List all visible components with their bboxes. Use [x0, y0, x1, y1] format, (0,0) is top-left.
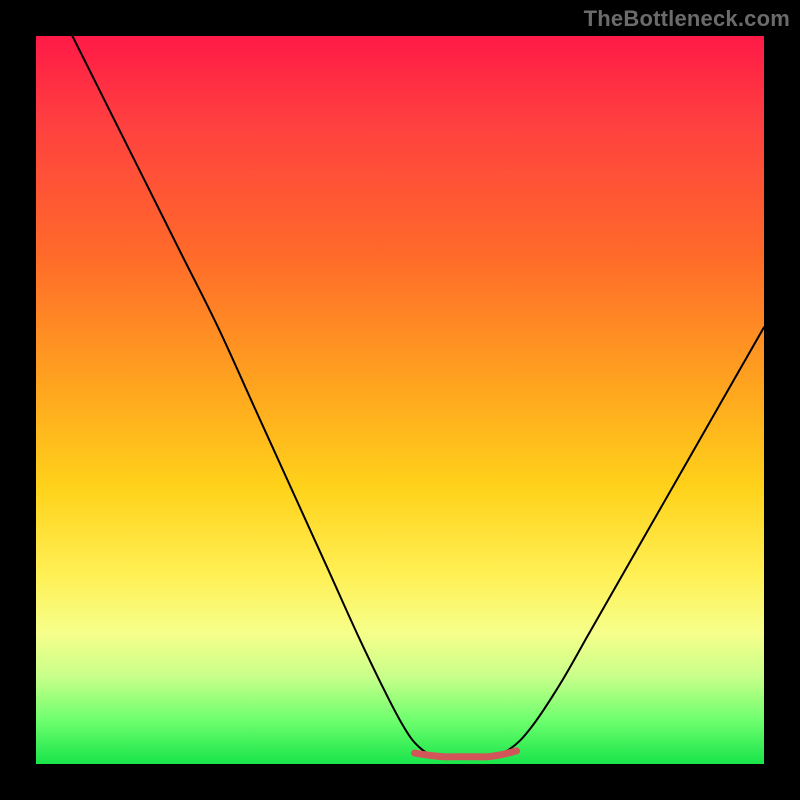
chart-frame: TheBottleneck.com — [0, 0, 800, 800]
plot-area — [36, 36, 764, 764]
optimal-flat-region — [415, 751, 517, 757]
bottleneck-curve — [72, 36, 764, 757]
chart-svg — [36, 36, 764, 764]
watermark-text: TheBottleneck.com — [584, 6, 790, 32]
